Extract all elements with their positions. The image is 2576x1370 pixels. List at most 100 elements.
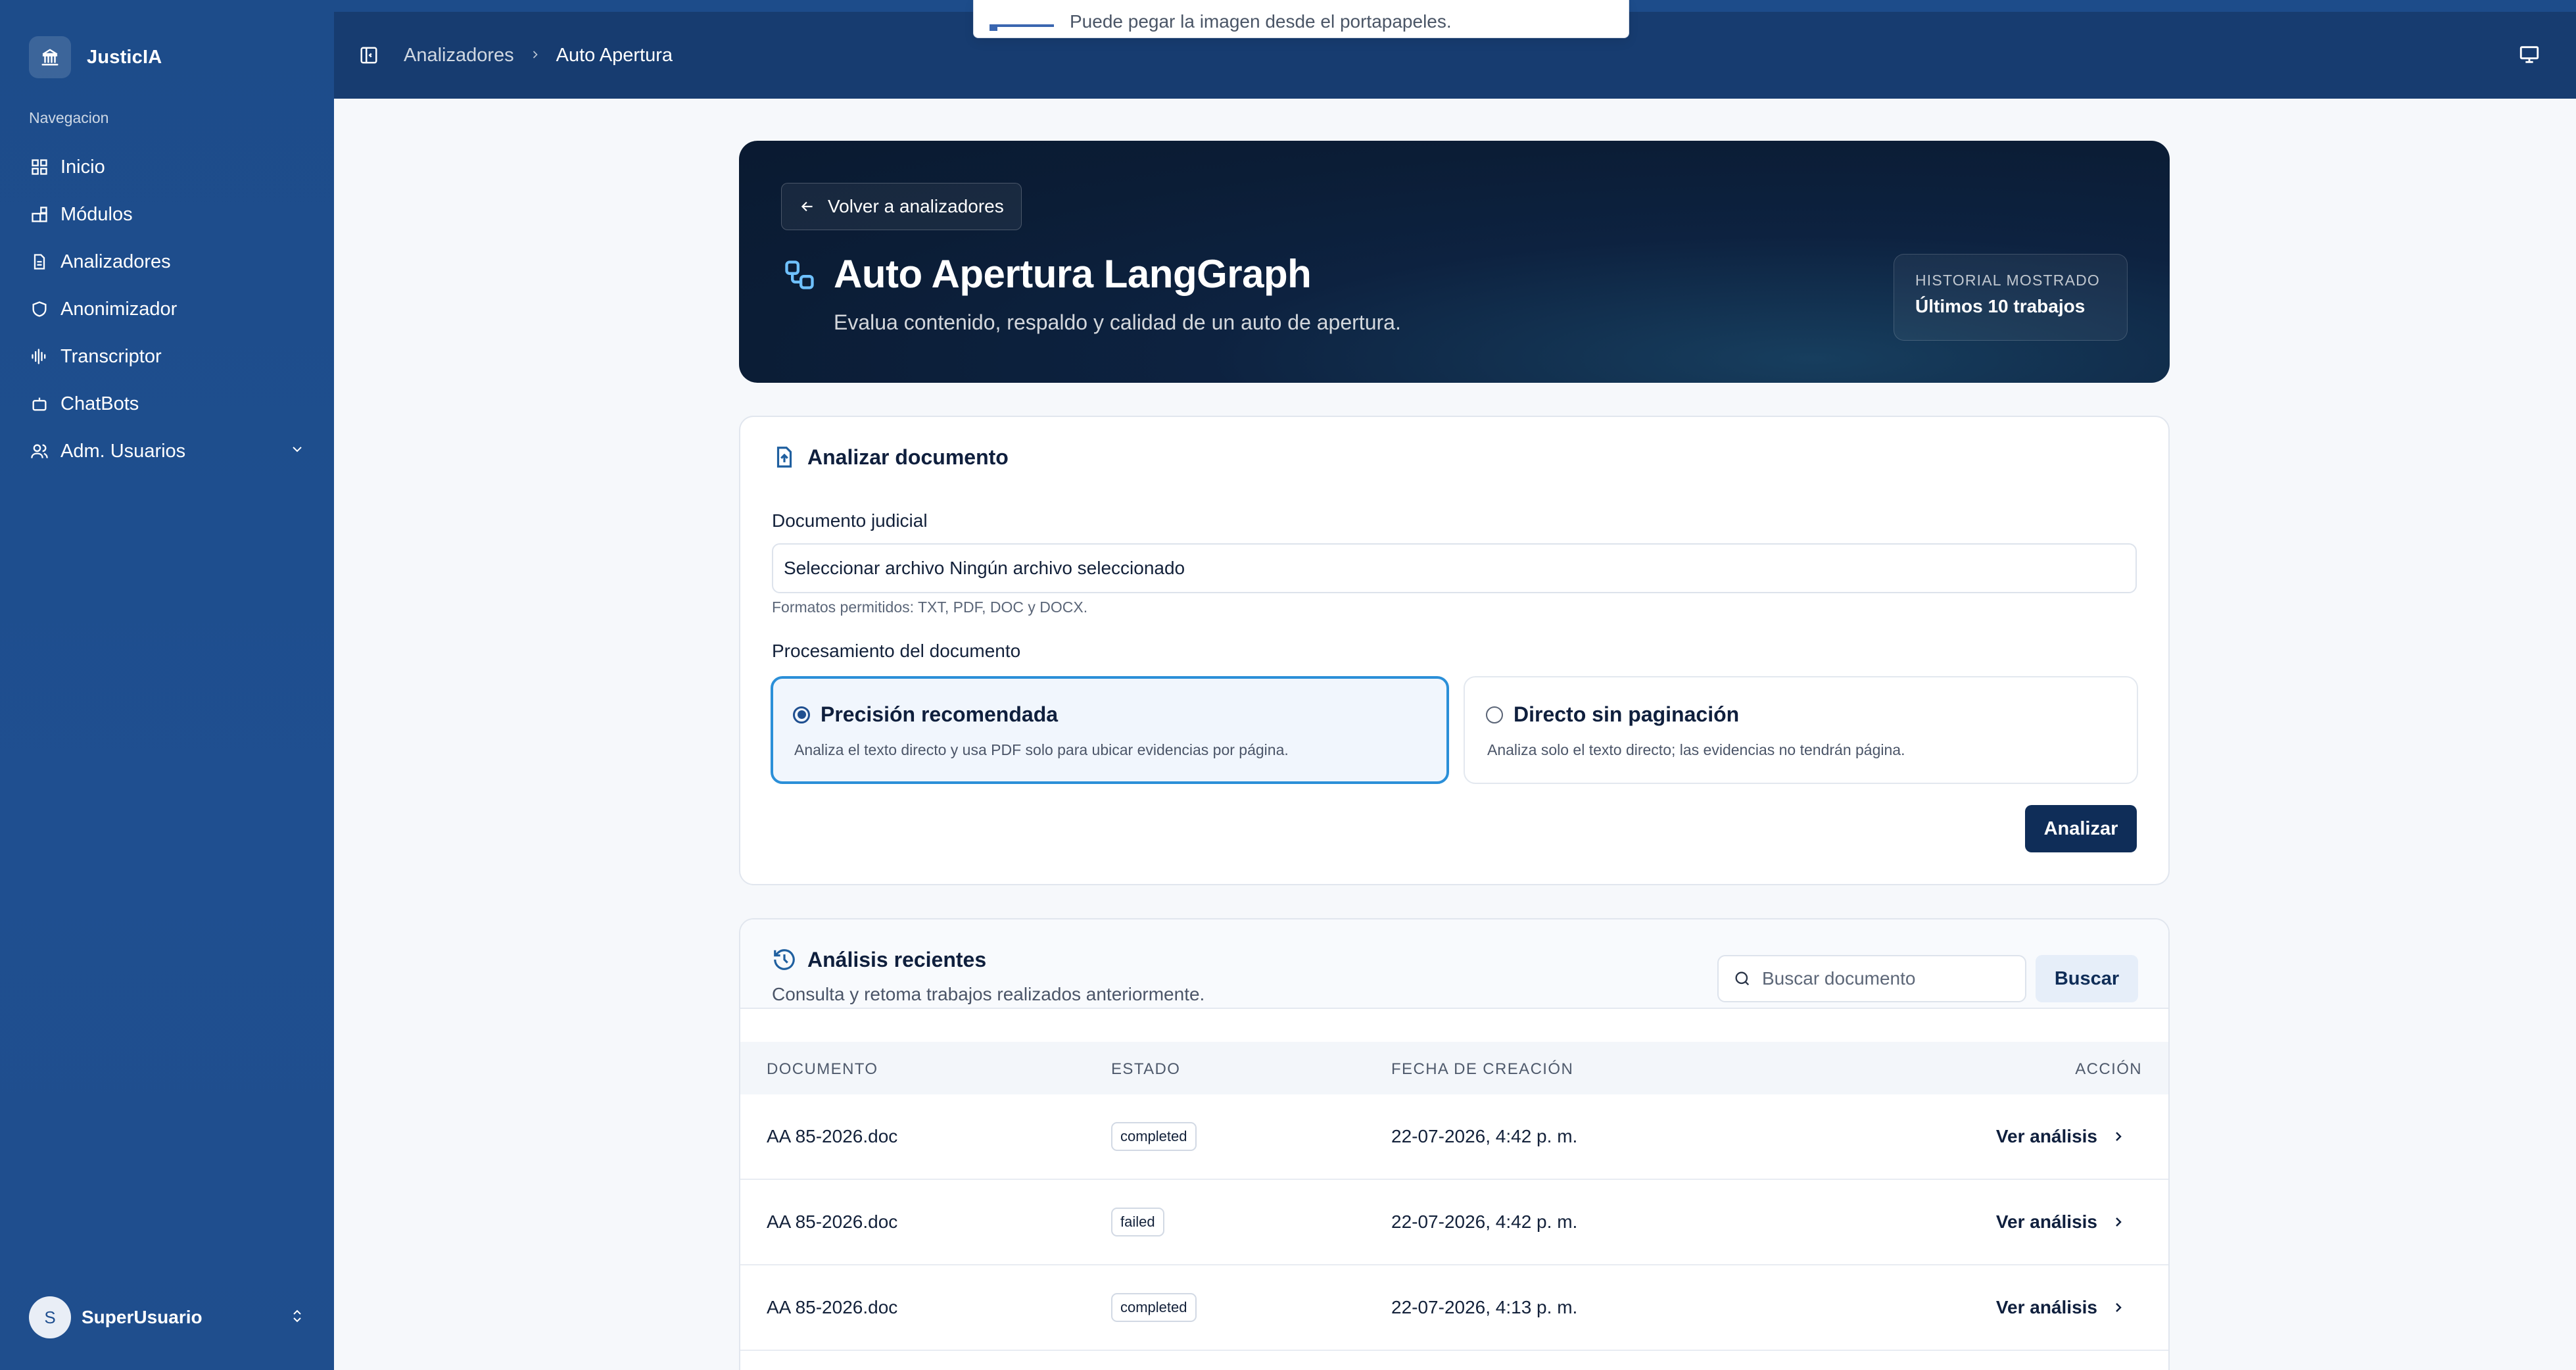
link-label: Ver análisis	[1995, 1211, 2097, 1232]
file-upload-icon	[772, 445, 797, 470]
sidebar-toggle-icon[interactable]	[359, 45, 379, 65]
page-title: Auto Apertura LangGraph	[834, 252, 1312, 296]
option-precision[interactable]: Precisión recomendada Analiza el texto d…	[771, 676, 1449, 784]
column-header: FECHA DE CREACIÓN	[1391, 1060, 1574, 1078]
sidebar-item-modulos[interactable]: Módulos	[29, 191, 305, 238]
page-subtitle: Evalua contenido, respaldo y calidad de …	[834, 310, 1401, 334]
toast-text: Puede pegar la imagen desde el portapape…	[1070, 11, 1452, 32]
back-button[interactable]: Volver a analizadores	[781, 183, 1022, 230]
recent-title-row: Análisis recientes	[772, 947, 986, 972]
row-document: AA 85-2026.doc	[767, 1211, 898, 1232]
nav-section-title: Navegacion	[29, 109, 109, 126]
sidebar-item-label: Adm. Usuarios	[60, 440, 186, 462]
breadcrumb-item-current: Auto Apertura	[556, 44, 673, 66]
table-row: AA 85-2026.doc failed 22-07-2026, 4:42 p…	[740, 1180, 2168, 1265]
sidebar-item-label: Inicio	[60, 156, 105, 178]
chevron-right-icon	[2111, 1214, 2126, 1230]
chevron-down-icon[interactable]	[289, 441, 305, 462]
brand[interactable]: JusticIA	[29, 36, 162, 78]
file-input[interactable]: Seleccionar archivo Ningún archivo selec…	[772, 543, 2137, 593]
row-date: 22-07-2026, 4:42 p. m.	[1391, 1126, 1578, 1146]
sidebar-item-transcriptor[interactable]: Transcriptor	[29, 333, 305, 380]
recent-header: Análisis recientes Consulta y retoma tra…	[740, 919, 2168, 1009]
shield-icon	[29, 299, 50, 320]
sidebar-item-chatbots[interactable]: ChatBots	[29, 380, 305, 428]
bot-icon	[29, 393, 50, 414]
radio-selected[interactable]	[793, 706, 810, 723]
search-input[interactable]: Buscar documento	[1717, 955, 2026, 1002]
link-label: Ver análisis	[1995, 1297, 2097, 1317]
avatar: S	[29, 1296, 71, 1338]
search-icon	[1733, 969, 1752, 988]
view-analysis-link[interactable]: Ver análisis	[1996, 1126, 2126, 1147]
search-button[interactable]: Buscar	[2036, 955, 2138, 1002]
chevron-right-icon	[2111, 1129, 2126, 1144]
view-analysis-link[interactable]: Ver análisis	[1996, 1211, 2126, 1233]
history-info: HISTORIAL MOSTRADO Últimos 10 trabajos	[1894, 254, 2128, 341]
sidebar-item-label: Módulos	[60, 203, 133, 225]
analyze-button[interactable]: Analizar	[2025, 805, 2137, 852]
toast-image-icon	[990, 24, 1054, 31]
status-badge: completed	[1111, 1293, 1197, 1322]
analyze-header: Analizar documento	[772, 445, 1009, 470]
column-header: DOCUMENTO	[767, 1060, 878, 1078]
row-document: AA 85-2026.doc	[767, 1126, 898, 1146]
sidebar-item-inicio[interactable]: Inicio	[29, 143, 305, 191]
recent-subtitle: Consulta y retoma trabajos realizados an…	[772, 984, 1205, 1004]
toast-notification: Puede pegar la imagen desde el portapape…	[973, 0, 1629, 38]
breadcrumb-item-analizadores[interactable]: Analizadores	[404, 45, 514, 66]
users-icon	[29, 441, 50, 462]
recent-card: Análisis recientes Consulta y retoma tra…	[739, 918, 2170, 1370]
history-label: HISTORIAL MOSTRADO	[1915, 272, 2101, 289]
row-document: AA 85-2026.doc	[767, 1297, 898, 1317]
blocks-icon	[29, 204, 50, 225]
audio-wave-icon	[29, 346, 50, 367]
document-icon	[29, 251, 50, 272]
option-desc: Analiza solo el texto directo; las evide…	[1487, 741, 1905, 758]
sidebar-item-label: ChatBots	[60, 393, 139, 414]
sidebar-item-anonimizador[interactable]: Anonimizador	[29, 285, 305, 333]
status-badge: completed	[1111, 1122, 1197, 1151]
chevrons-up-down-icon	[289, 1308, 305, 1327]
format-hint: Formatos permitidos: TXT, PDF, DOC y DOC…	[772, 599, 1088, 616]
sidebar-item-label: Analizadores	[60, 251, 171, 272]
arrow-left-icon	[799, 198, 816, 215]
brand-name: JusticIA	[87, 46, 162, 68]
sidebar-item-label: Anonimizador	[60, 298, 178, 320]
grid-icon	[29, 157, 50, 178]
workflow-icon	[782, 258, 817, 295]
column-header: ACCIÓN	[2075, 1060, 2142, 1078]
sidebar-item-label: Transcriptor	[60, 345, 162, 367]
view-analysis-link[interactable]: Ver análisis	[1996, 1297, 2126, 1318]
row-date: 22-07-2026, 4:13 p. m.	[1391, 1297, 1578, 1317]
radio-unselected[interactable]	[1486, 706, 1503, 723]
user-name: SuperUsuario	[82, 1307, 203, 1327]
analyze-title: Analizar documento	[807, 445, 1009, 469]
sidebar: JusticIA Navegacion Inicio Módulos Anali…	[0, 0, 334, 1370]
status-badge: failed	[1111, 1208, 1164, 1236]
row-date: 22-07-2026, 4:42 p. m.	[1391, 1211, 1578, 1232]
table-row: AA 85-2026.doc completed 22-07-2026, 4:4…	[740, 1094, 2168, 1180]
hero-banner: Volver a analizadores Auto Apertura Lang…	[739, 141, 2170, 383]
chevron-right-icon	[529, 45, 542, 66]
chevron-right-icon	[2111, 1300, 2126, 1315]
option-direct[interactable]: Directo sin paginación Analiza solo el t…	[1464, 676, 2138, 784]
option-desc: Analiza el texto directo y usa PDF solo …	[794, 741, 1289, 758]
monitor-icon[interactable]	[2518, 43, 2540, 69]
table-header: DOCUMENTO ESTADO FECHA DE CREACIÓN ACCIÓ…	[740, 1042, 2168, 1094]
option-title: Directo sin paginación	[1514, 702, 1740, 726]
bank-icon	[29, 36, 71, 78]
sidebar-item-adm-usuarios[interactable]: Adm. Usuarios	[29, 428, 305, 475]
sidebar-item-analizadores[interactable]: Analizadores	[29, 238, 305, 285]
processing-label: Procesamiento del documento	[772, 641, 1021, 661]
column-header: ESTADO	[1111, 1060, 1181, 1078]
doc-label: Documento judicial	[772, 510, 928, 531]
history-icon	[772, 947, 797, 972]
option-title: Precisión recomendada	[821, 702, 1059, 726]
user-menu[interactable]: S SuperUsuario	[29, 1296, 305, 1338]
history-value: Últimos 10 trabajos	[1915, 296, 2086, 316]
breadcrumb: Analizadores Auto Apertura	[404, 45, 673, 66]
recent-title: Análisis recientes	[807, 947, 987, 971]
analyze-card: Analizar documento Documento judicial Se…	[739, 416, 2170, 885]
table-row: AA 85-2026.doc completed 22-07-2026, 4:1…	[740, 1265, 2168, 1351]
